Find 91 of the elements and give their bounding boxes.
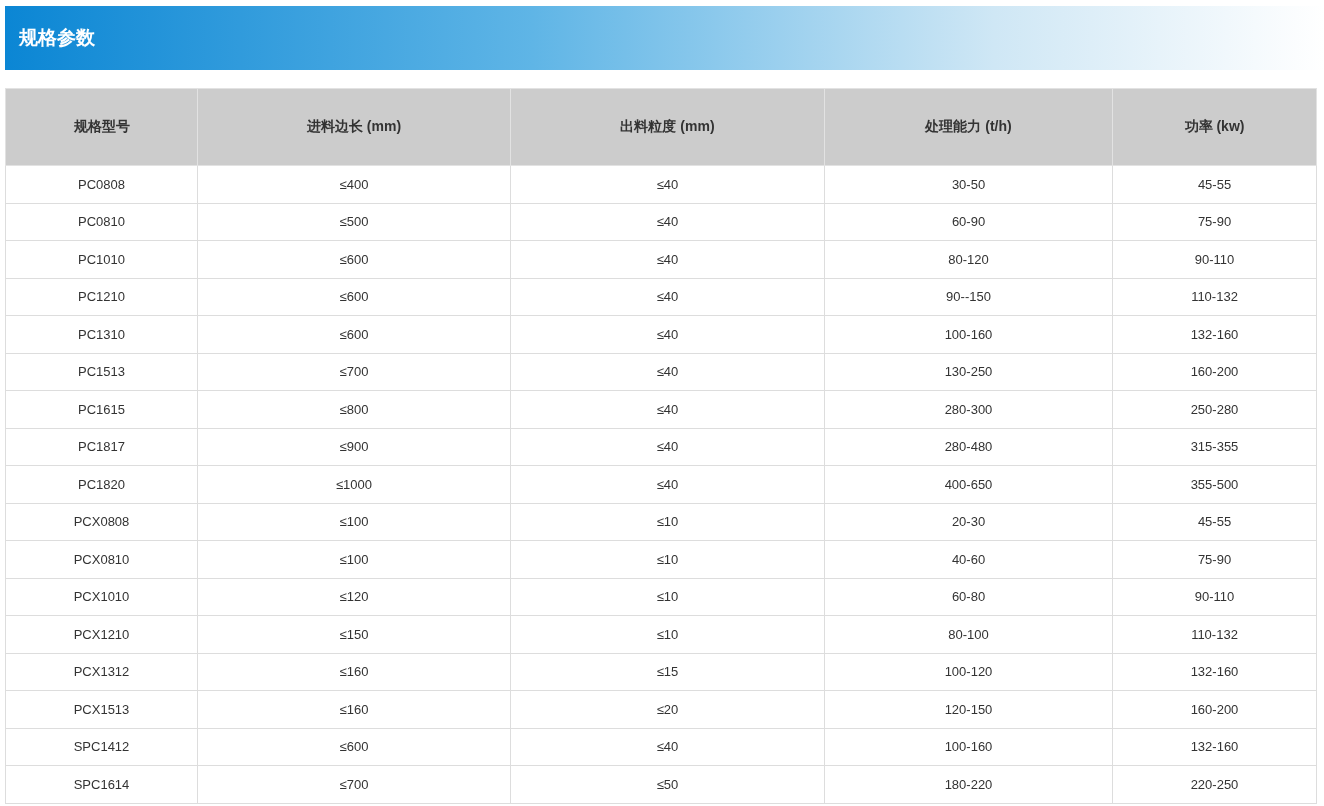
table-cell: ≤40 <box>510 728 825 766</box>
column-header: 进料边长 (mm) <box>197 88 511 166</box>
table-cell: 90-110 <box>1112 240 1317 278</box>
table-cell: 315-355 <box>1112 428 1317 466</box>
table-cell: 80-120 <box>824 240 1113 278</box>
column-header: 功率 (kw) <box>1112 88 1317 166</box>
table-cell: 400-650 <box>824 465 1113 503</box>
table-cell: PC1513 <box>5 353 198 391</box>
table-cell: 280-300 <box>824 390 1113 428</box>
table-cell: 40-60 <box>824 540 1113 578</box>
table-cell: ≤40 <box>510 353 825 391</box>
table-cell: 250-280 <box>1112 390 1317 428</box>
table-cell: PCX0810 <box>5 540 198 578</box>
column-header: 出料粒度 (mm) <box>510 88 825 166</box>
table-cell: ≤160 <box>197 653 511 691</box>
table-cell: ≤160 <box>197 690 511 728</box>
table-cell: 132-160 <box>1112 653 1317 691</box>
table-cell: ≤120 <box>197 578 511 616</box>
table-cell: ≤600 <box>197 278 511 316</box>
table-cell: ≤10 <box>510 615 825 653</box>
table-cell: 110-132 <box>1112 615 1317 653</box>
table-cell: 180-220 <box>824 765 1113 803</box>
table-cell: 130-250 <box>824 353 1113 391</box>
table-cell: ≤700 <box>197 765 511 803</box>
table-cell: PC1615 <box>5 390 198 428</box>
table-cell: ≤10 <box>510 540 825 578</box>
table-cell: ≤600 <box>197 315 511 353</box>
table-cell: ≤40 <box>510 203 825 241</box>
table-cell: 75-90 <box>1112 540 1317 578</box>
table-cell: 132-160 <box>1112 315 1317 353</box>
table-cell: SPC1412 <box>5 728 198 766</box>
table-cell: 90-110 <box>1112 578 1317 616</box>
table-cell: 132-160 <box>1112 728 1317 766</box>
table-cell: ≤40 <box>510 315 825 353</box>
table-cell: ≤50 <box>510 765 825 803</box>
table-cell: 80-100 <box>824 615 1113 653</box>
table-cell: PCX1513 <box>5 690 198 728</box>
table-cell: 355-500 <box>1112 465 1317 503</box>
table-cell: ≤600 <box>197 240 511 278</box>
table-cell: 60-90 <box>824 203 1113 241</box>
table-cell: ≤40 <box>510 390 825 428</box>
table-cell: 45-55 <box>1112 503 1317 541</box>
table-cell: PCX1312 <box>5 653 198 691</box>
table-cell: 220-250 <box>1112 765 1317 803</box>
table-cell: PC1310 <box>5 315 198 353</box>
table-cell: ≤400 <box>197 165 511 203</box>
table-cell: ≤100 <box>197 540 511 578</box>
table-cell: PCX1010 <box>5 578 198 616</box>
table-cell: 120-150 <box>824 690 1113 728</box>
table-cell: 280-480 <box>824 428 1113 466</box>
table-cell: 30-50 <box>824 165 1113 203</box>
column-header: 处理能力 (t/h) <box>824 88 1113 166</box>
table-cell: 160-200 <box>1112 353 1317 391</box>
table-cell: 160-200 <box>1112 690 1317 728</box>
table-cell: 100-120 <box>824 653 1113 691</box>
table-cell: 60-80 <box>824 578 1113 616</box>
table-cell: 90--150 <box>824 278 1113 316</box>
table-cell: ≤600 <box>197 728 511 766</box>
table-cell: 100-160 <box>824 315 1113 353</box>
table-cell: PCX1210 <box>5 615 198 653</box>
table-cell: PCX0808 <box>5 503 198 541</box>
table-cell: ≤40 <box>510 465 825 503</box>
table-cell: ≤40 <box>510 278 825 316</box>
table-cell: 20-30 <box>824 503 1113 541</box>
table-cell: ≤40 <box>510 240 825 278</box>
table-cell: PC0808 <box>5 165 198 203</box>
table-cell: ≤700 <box>197 353 511 391</box>
table-cell: ≤100 <box>197 503 511 541</box>
table-cell: ≤20 <box>510 690 825 728</box>
table-cell: 110-132 <box>1112 278 1317 316</box>
section-title: 规格参数 <box>19 26 95 50</box>
column-header: 规格型号 <box>5 88 198 166</box>
table-cell: PC1010 <box>5 240 198 278</box>
table-cell: ≤40 <box>510 165 825 203</box>
table-cell: ≤800 <box>197 390 511 428</box>
table-cell: PC1820 <box>5 465 198 503</box>
table-cell: ≤10 <box>510 578 825 616</box>
table-cell: PC1210 <box>5 278 198 316</box>
table-cell: SPC1614 <box>5 765 198 803</box>
table-cell: ≤40 <box>510 428 825 466</box>
table-cell: ≤500 <box>197 203 511 241</box>
table-cell: 75-90 <box>1112 203 1317 241</box>
table-cell: ≤15 <box>510 653 825 691</box>
table-cell: 45-55 <box>1112 165 1317 203</box>
table-cell: PC1817 <box>5 428 198 466</box>
table-cell: ≤10 <box>510 503 825 541</box>
table-cell: ≤900 <box>197 428 511 466</box>
table-cell: 100-160 <box>824 728 1113 766</box>
table-cell: PC0810 <box>5 203 198 241</box>
table-cell: ≤1000 <box>197 465 511 503</box>
table-cell: ≤150 <box>197 615 511 653</box>
